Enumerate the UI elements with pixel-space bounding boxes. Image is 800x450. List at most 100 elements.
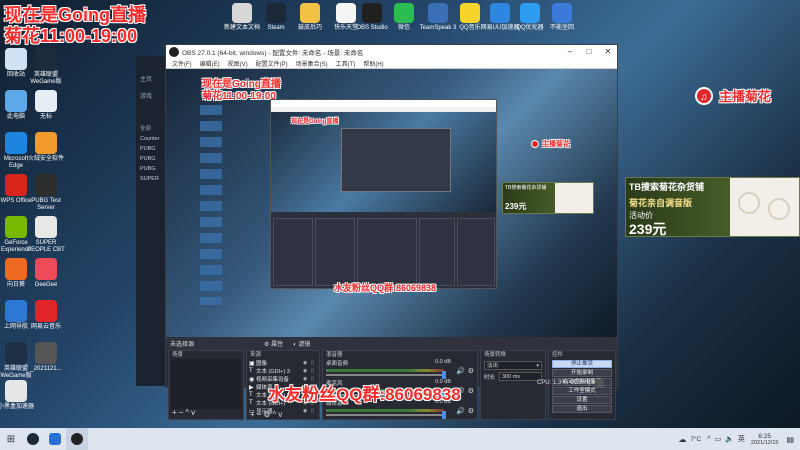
source-item[interactable]: ▣ 图像 ◉ ▯ <box>247 359 319 367</box>
minimize-button[interactable]: – <box>561 45 579 59</box>
obs-menu-item[interactable]: 文件(F) <box>172 59 192 68</box>
eye-icon[interactable]: ◉ <box>303 360 311 366</box>
stream-title-line2: 菊花11:00-19:00 <box>4 26 138 46</box>
stop-streaming-button[interactable]: 停止推流 <box>552 360 612 368</box>
app-icon <box>460 3 480 23</box>
speaker-icon[interactable]: 🔊 <box>456 407 465 415</box>
preview-title-line2: 菊花11:00-19:00 <box>202 91 276 102</box>
eye-icon[interactable]: ◉ <box>303 408 311 414</box>
notification-icon[interactable]: ▤ <box>786 435 794 444</box>
obs-preview[interactable]: 现在是Going直播 菊花11:00-19:00 现在是Going直播 水友粉丝… <box>166 69 617 337</box>
transition-select[interactable]: 淡出 ▾ <box>484 361 542 370</box>
desktop-shortcut[interactable]: 不能坐回 <box>542 3 582 32</box>
tray-clock[interactable]: 6:25 2021/12/15 <box>751 433 779 446</box>
launcher-home[interactable]: 主页 <box>136 70 166 87</box>
steam-icon <box>27 433 39 445</box>
settings-button[interactable]: 设置 <box>552 396 612 404</box>
studio-mode-button[interactable]: 工作室模式 <box>552 387 612 395</box>
app-icon <box>5 380 27 402</box>
app-icon <box>35 48 57 70</box>
add-icon[interactable]: + <box>250 410 257 419</box>
obs-menubar: 文件(F) 编辑(E) 视图(V) 配置文件(P) 场景集合(S) 工具(T) 帮助(H) <box>166 59 617 69</box>
volume-fader[interactable] <box>326 411 447 419</box>
chevron-down-icon: ▾ <box>536 363 539 369</box>
scenes-title: 场景 <box>172 352 184 358</box>
lock-icon[interactable]: ▯ <box>311 360 319 366</box>
launcher-game-item[interactable]: PUBG <box>136 154 166 164</box>
lock-icon[interactable]: ▯ <box>311 368 319 374</box>
tray-cloud-icon[interactable]: ☁ <box>678 435 686 444</box>
desktop-shortcut[interactable]: 无标 <box>26 90 66 121</box>
obs-window[interactable]: OBS 27.0.1 (64-bit, windows) - 配置文件: 未命名… <box>165 44 618 420</box>
source-type-icon: ◉ <box>249 376 255 383</box>
obs-icon <box>71 433 83 445</box>
duration-input[interactable]: 300 ms <box>499 372 542 381</box>
source-item[interactable]: T 文本 (GDI+) 3 ◉ ▯ <box>247 367 319 375</box>
launcher-game-item[interactable]: Counter <box>136 134 166 144</box>
desktop-shortcut[interactable]: _2021121... <box>26 342 66 373</box>
exit-button[interactable]: 退出 <box>552 405 612 413</box>
taskbar: ⊞ ☁ 7°C ^ ▭ 🔈 英 6:25 2021/12/15 ▤ <box>0 428 800 450</box>
start-recording-button[interactable]: 开始录制 <box>552 369 612 377</box>
gear-icon[interactable]: ⚙ <box>468 387 474 395</box>
desktop-shortcut[interactable]: 火绒安全软件 <box>26 132 66 163</box>
start-button[interactable]: ⊞ <box>0 428 22 450</box>
host-label: 主播菊花 <box>719 89 772 104</box>
obs-status-text: CPU: 1.3%, 60.00 fps <box>537 380 595 386</box>
eye-icon[interactable]: ◉ <box>303 368 311 374</box>
tray-chevron-up-icon[interactable]: ^ <box>707 436 710 443</box>
banner-line2: 菊花亲自调音版 <box>629 198 693 208</box>
filter-icon: ◐ <box>293 342 297 348</box>
tray-network-icon[interactable]: ▭ <box>715 435 722 443</box>
taskbar-obs[interactable] <box>66 428 88 450</box>
maximize-button[interactable]: □ <box>580 45 598 59</box>
desktop-shortcut[interactable]: PUBG Test Server <box>26 174 66 212</box>
gear-icon[interactable]: ⚙ <box>468 407 474 415</box>
volume-fader[interactable] <box>326 371 447 379</box>
scenes-dock: 场景 +−^v <box>168 350 244 420</box>
add-icon[interactable]: + <box>172 408 179 417</box>
transitions-title: 场景转换 <box>484 352 507 358</box>
launcher-game-item[interactable]: PUBG <box>136 144 166 154</box>
launcher-games[interactable]: 游戏 <box>136 87 166 104</box>
obs-menu-item[interactable]: 编辑(E) <box>200 59 220 68</box>
launcher-game-item[interactable]: SUPER <box>136 174 166 184</box>
desktop-shortcut[interactable]: 英雄联盟WeGame版 <box>26 48 66 86</box>
taskbar-wegame[interactable] <box>44 428 66 450</box>
obs-menu-item[interactable]: 场景集合(S) <box>296 59 328 68</box>
obs-menu-item[interactable]: 工具(T) <box>336 59 356 68</box>
fan-group-overlay: 水友粉丝QQ群:86069838 <box>268 385 461 404</box>
desktop-shortcut[interactable]: SUPER PEOPLE CBT <box>26 216 66 254</box>
launcher-game-item[interactable]: PUBG <box>136 164 166 174</box>
source-name: 文本 (GDI+) 3 <box>256 369 290 375</box>
chevron-down-icon[interactable]: v <box>191 408 197 417</box>
gear-icon[interactable]: ⚙ <box>468 367 474 375</box>
tray-ime[interactable]: 英 <box>738 434 745 444</box>
gear-icon[interactable]: ⚙ <box>263 410 272 419</box>
desktop-shortcut[interactable]: 网易云音乐 <box>26 300 66 331</box>
volume-meter <box>326 369 445 372</box>
obs-menu-item[interactable]: 帮助(H) <box>363 59 383 68</box>
fader-handle[interactable] <box>442 371 447 379</box>
tray-volume-icon[interactable]: 🔈 <box>725 435 734 443</box>
chevron-down-icon[interactable]: v <box>278 410 284 419</box>
fader-handle[interactable] <box>442 411 447 419</box>
taskbar-steam[interactable] <box>22 428 44 450</box>
filters-button[interactable]: ◐ 滤镜 <box>293 339 310 348</box>
preview-desktop-icons <box>200 105 222 305</box>
scenes-list[interactable] <box>171 359 241 409</box>
app-icon <box>35 342 57 364</box>
obs-titlebar[interactable]: OBS 27.0.1 (64-bit, windows) - 配置文件: 未命名… <box>166 45 617 59</box>
mixer-channel: 桌面音频 0.0 dB 🔊 ⚙ <box>323 359 477 379</box>
lock-icon[interactable]: ▯ <box>311 408 319 414</box>
obs-menu-item[interactable]: 视图(V) <box>228 59 248 68</box>
mixer-title: 混音器 <box>326 352 343 358</box>
speaker-icon[interactable]: 🔊 <box>456 367 465 375</box>
close-button[interactable]: ✕ <box>599 45 617 59</box>
desktop-shortcut[interactable]: GeeGee <box>26 258 66 289</box>
desktop-shortcut[interactable]: 小黑盒加速器 <box>0 380 36 411</box>
obs-menu-item[interactable]: 配置文件(P) <box>256 59 288 68</box>
properties-button[interactable]: ⚙ 属性 <box>264 339 283 348</box>
app-icon <box>35 132 57 154</box>
desktop-shortcut[interactable]: 鼓皮后巧 <box>290 3 330 32</box>
